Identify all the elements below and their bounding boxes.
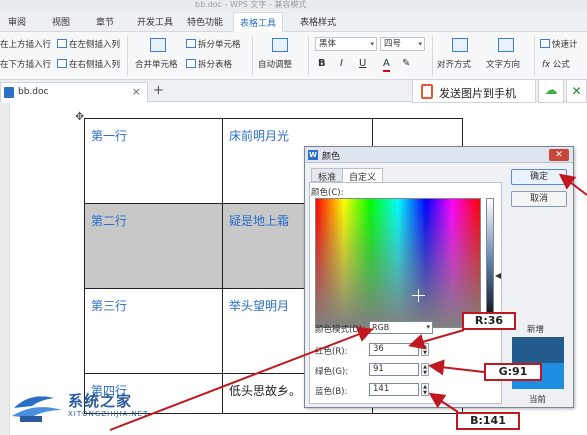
color-spectrum[interactable] [315,198,481,328]
send-to-phone-button[interactable]: 发送图片到手机 [412,79,536,103]
new-color-label: 新增 [527,325,545,335]
close-icon[interactable]: ✕ [549,149,569,161]
insert-col-left-button[interactable]: 在左侧插入列 [57,39,120,51]
ribbon-separator [432,36,433,76]
tab-dev-tools[interactable]: 开发工具 [137,15,173,28]
chevron-down-icon: ▾ [426,323,430,331]
table-cell[interactable]: 第二行 [84,203,223,289]
document-tab[interactable]: bb.doc × [0,82,148,102]
tab-review[interactable]: 审阅 [8,15,26,28]
ribbon-panel: 在上方插入行 在左侧插入列 在下方插入行 在右侧插入列 合并单元格 拆分单元格 … [0,32,587,80]
text-direction-icon [498,38,514,52]
font-name-select[interactable]: 黑体 ▾ [315,37,377,51]
align-icon [452,38,468,52]
tab-special[interactable]: 特色功能 [187,15,223,28]
insert-row-above-button[interactable]: 在上方插入行 [0,39,51,51]
blue-spinner[interactable]: ▲ ▼ [421,383,429,396]
window-title: bb.doc - WPS 文字 - 兼容模式 [195,0,307,9]
ribbon-separator [308,36,309,76]
merge-cells-button[interactable]: 合并单元格 [135,59,178,71]
phone-icon [421,84,433,99]
blue-input[interactable]: 141 [369,383,419,396]
ok-button[interactable]: 确定 [511,169,567,185]
chevron-down-icon: ▾ [418,40,422,48]
color-label: 颜色(C): [311,188,344,198]
blue-value-callout: B:141 [456,412,520,430]
chevron-down-icon: ▾ [370,40,374,48]
color-mode-select[interactable]: RGB ▾ [369,321,433,334]
insert-row-below-button[interactable]: 在下方插入行 [0,59,51,71]
split-table-icon [186,59,196,68]
red-value-callout: R:36 [462,312,516,330]
green-value-callout: G:91 [484,363,542,381]
align-button[interactable]: 对齐方式 [437,59,471,71]
insert-col-left-icon [57,39,67,48]
cancel-button[interactable]: 取消 [511,191,567,207]
color-mode-label: 颜色模式(D): [315,325,366,335]
font-color-button[interactable]: A [383,58,390,72]
current-color-label: 当前 [529,395,547,405]
add-tab-icon[interactable]: + [153,83,164,98]
cloud-icon[interactable]: ☁ [538,79,564,103]
tab-view[interactable]: 视图 [52,15,70,28]
highlight-icon[interactable]: ✎ [402,58,410,70]
ribbon-separator [252,36,253,76]
bold-button[interactable]: B [318,58,326,70]
fx-icon: fx [542,60,551,70]
font-size-select[interactable]: 四号 ▾ [380,37,425,51]
ribbon-tabs: 审阅 视图 章节 开发工具 特色功能 表格工具 表格样式 [0,10,587,32]
green-label: 绿色(G): [315,367,349,377]
red-spinner[interactable]: ▲ ▼ [421,343,429,356]
left-ruler [0,103,10,435]
split-cells-icon [186,39,196,48]
insert-col-right-icon [57,59,67,68]
italic-button[interactable]: I [340,58,343,70]
auto-adjust-button[interactable]: 自动调整 [258,59,292,71]
wps-icon: W [308,150,318,160]
document-icon [4,87,14,98]
luminance-slider[interactable] [486,198,494,328]
red-label: 红色(R): [315,347,348,357]
send-to-phone-label: 发送图片到手机 [439,87,516,100]
green-input[interactable]: 91 [369,363,419,376]
move-table-icon[interactable]: ✥ [75,110,84,123]
tab-standard[interactable]: 标准 [311,168,344,183]
watermark-logo-icon [12,396,62,422]
dialog-titlebar[interactable]: W 颜色 ✕ [305,147,573,163]
underline-button[interactable]: U [359,58,366,70]
formula-button[interactable]: fx 公式 [542,59,570,71]
tab-custom[interactable]: 自定义 [342,168,384,183]
tab-table-style[interactable]: 表格样式 [300,15,336,28]
site-watermark: 系统之家 XITONGZHIJIA.NET [10,388,160,428]
table-cell[interactable]: 第三行 [84,288,223,374]
ribbon-separator [534,36,535,76]
slider-arrow-icon[interactable]: ◀ [495,271,501,280]
split-cells-button[interactable]: 拆分单元格 [186,39,241,51]
title-bar: bb.doc - WPS 文字 - 兼容模式 [0,0,587,10]
auto-adjust-icon [272,38,288,52]
watermark-url: XITONGZHIJIA.NET [68,410,149,418]
crosshair-icon [412,289,425,302]
table-cell[interactable]: 第一行 [84,118,223,204]
close-tab-icon[interactable]: × [132,85,141,98]
insert-col-right-button[interactable]: 在右侧插入列 [57,59,120,71]
red-input[interactable]: 36 [369,343,419,356]
split-table-button[interactable]: 拆分表格 [186,59,232,71]
excel-icon[interactable]: ✕ [566,79,587,103]
document-tab-name: bb.doc [18,87,49,97]
merge-cells-icon [150,38,166,52]
quick-calc-button[interactable]: 快速计 [540,39,578,51]
new-color-swatch [512,337,564,363]
tab-table-tools[interactable]: 表格工具 [233,12,284,32]
dialog-title: 颜色 [322,152,341,162]
ribbon-separator [127,36,128,76]
calculator-icon [540,39,550,48]
text-direction-button[interactable]: 文字方向 [486,59,520,71]
blue-label: 蓝色(B): [315,387,348,397]
green-spinner[interactable]: ▲ ▼ [421,363,429,376]
tab-chapter[interactable]: 章节 [96,15,114,28]
watermark-title: 系统之家 [68,392,133,410]
